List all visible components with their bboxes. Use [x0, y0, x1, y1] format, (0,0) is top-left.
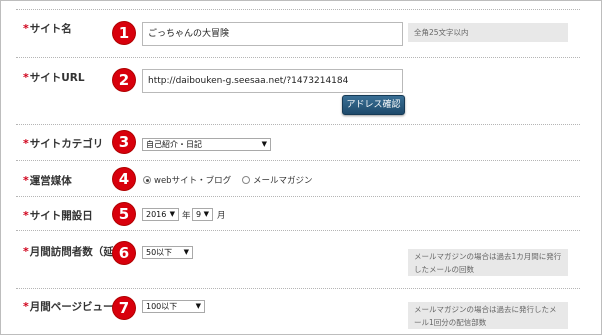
month-unit: 月: [217, 211, 226, 221]
row-separator: [16, 160, 580, 161]
open-month-select[interactable]: 9 ▼: [192, 208, 213, 221]
media-radio-mailmagazine[interactable]: メールマガジン: [242, 174, 313, 186]
open-year-value: 2016: [146, 210, 167, 219]
step-badge-6: 6: [113, 242, 135, 264]
site-name-label: *サイト名: [23, 22, 72, 35]
step-badge-4: 4: [113, 168, 135, 190]
site-url-label: *サイトURL: [23, 71, 85, 84]
step-badge-3: 3: [113, 131, 135, 153]
dropdown-arrow-icon: ▼: [195, 302, 201, 310]
step-badge-2: 2: [113, 69, 135, 91]
site-url-input[interactable]: http://daibouken-g.seesaa.net/?147321418…: [142, 69, 403, 93]
media-radio-website[interactable]: webサイト・ブログ: [143, 174, 231, 186]
open-date-label: *サイト開設日: [23, 209, 93, 222]
category-selected-value: 自己紹介・日記: [146, 140, 202, 149]
media-label: *運営媒体: [23, 174, 72, 187]
form-frame: [0, 0, 602, 335]
row-separator: [16, 57, 580, 58]
radio-unselected-icon: [242, 176, 250, 184]
site-name-hint: 全角25文字以内: [408, 23, 568, 42]
visitors-select[interactable]: 50以下 ▼: [142, 246, 193, 259]
site-name-input[interactable]: ごっちゃんの大冒険: [142, 22, 403, 46]
year-unit: 年: [182, 211, 191, 221]
step-badge-7: 7: [113, 297, 135, 319]
row-separator: [16, 230, 580, 231]
dropdown-arrow-icon: ▼: [203, 210, 209, 218]
visitors-hint: メールマガジンの場合は過去1カ月間に発行したメールの回数: [408, 249, 568, 276]
row-separator: [16, 124, 580, 125]
address-confirm-button[interactable]: アドレス確認: [342, 95, 405, 115]
category-label: *サイトカテゴリ: [23, 137, 104, 150]
dropdown-arrow-icon: ▼: [169, 210, 175, 218]
category-select[interactable]: 自己紹介・日記 ▼: [142, 138, 271, 151]
row-separator: [16, 9, 580, 10]
open-month-value: 9: [196, 210, 202, 219]
visitors-selected-value: 50以下: [146, 248, 173, 257]
dropdown-arrow-icon: ▼: [183, 248, 189, 256]
open-year-select[interactable]: 2016 ▼: [142, 208, 179, 221]
row-separator: [16, 196, 580, 197]
dropdown-arrow-icon: ▼: [261, 140, 267, 148]
row-separator: [16, 288, 580, 289]
radio-selected-icon: [143, 176, 151, 184]
pageviews-selected-value: 100以下: [146, 302, 178, 311]
pageviews-select[interactable]: 100以下 ▼: [142, 300, 205, 313]
step-badge-5: 5: [113, 203, 135, 225]
pageviews-hint: メールマガジンの場合は過去に発行したメール1回分の配信部数: [408, 302, 568, 329]
step-badge-1: 1: [113, 22, 135, 44]
